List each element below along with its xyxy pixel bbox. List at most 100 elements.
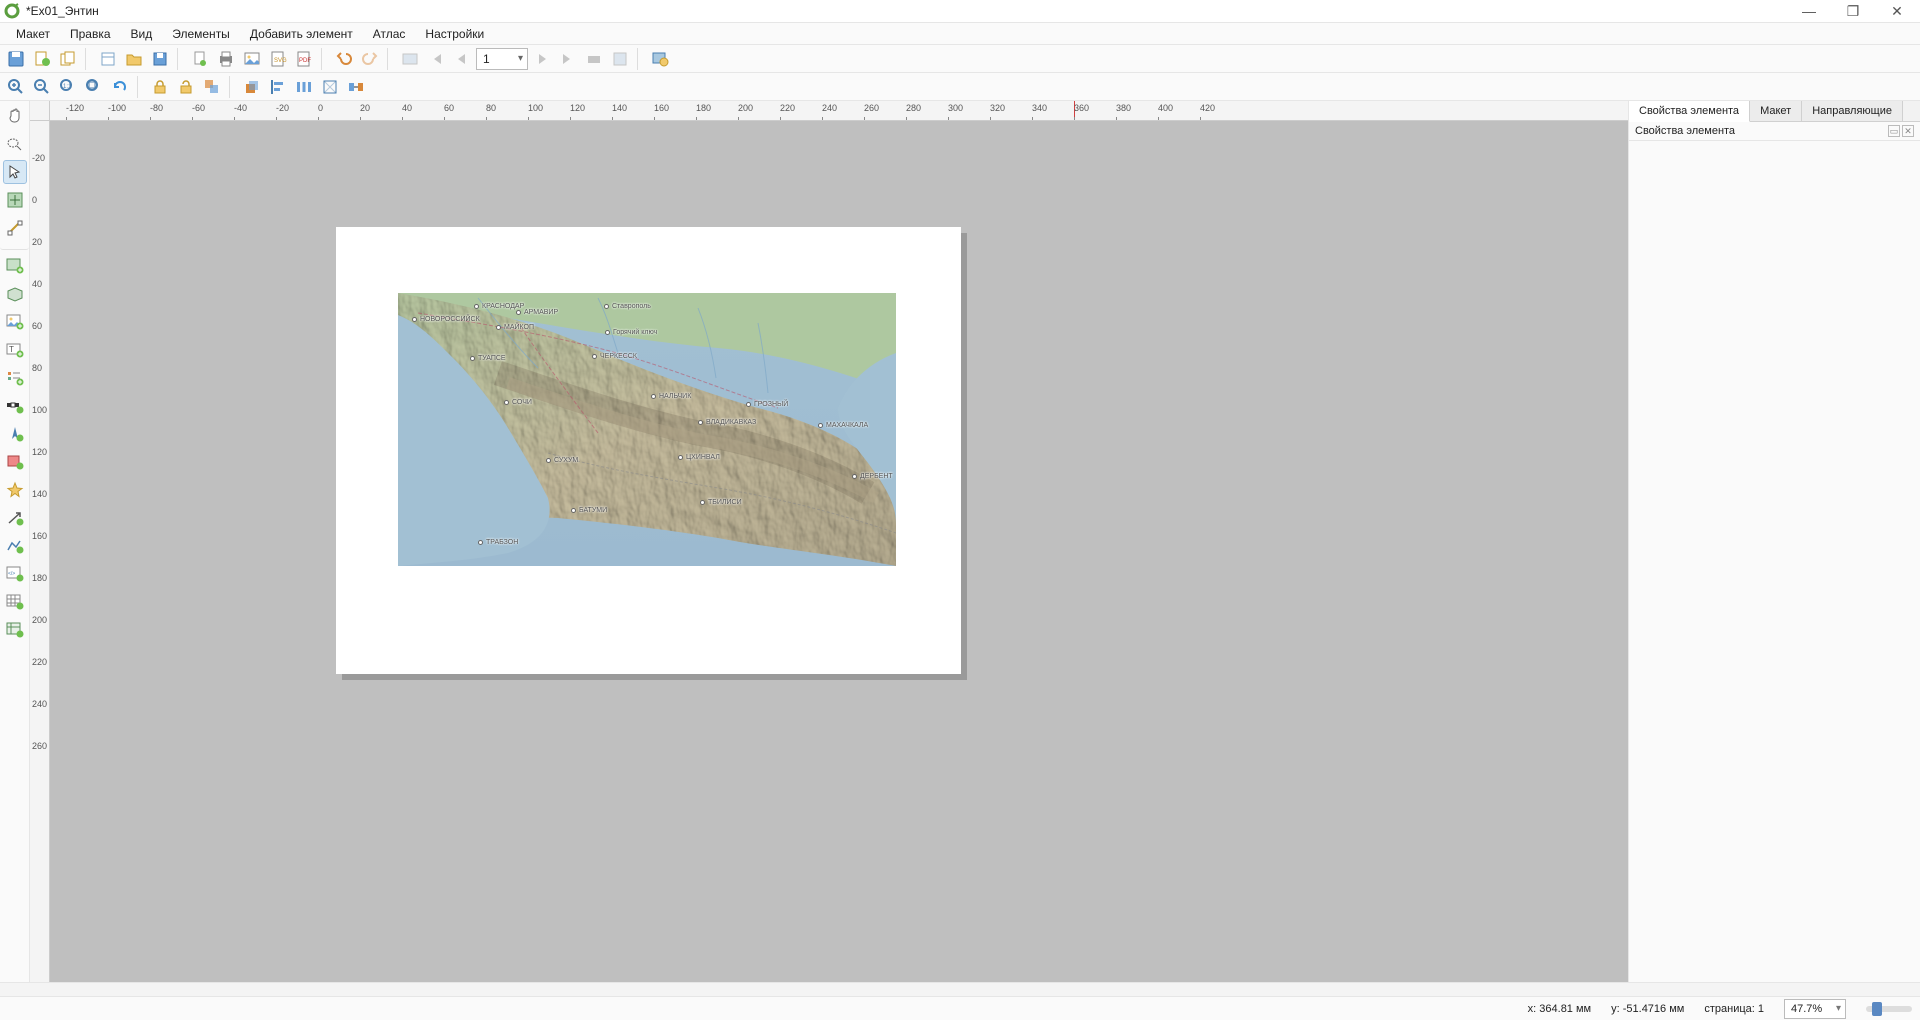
add-nodes-item-icon[interactable]: [3, 534, 27, 558]
open-folder-icon[interactable]: [122, 47, 146, 71]
add-picture-icon[interactable]: [3, 310, 27, 334]
minimize-button[interactable]: —: [1796, 3, 1822, 20]
raise-icon[interactable]: [240, 75, 264, 99]
city-label: ТРАБЗОН: [478, 539, 518, 546]
window-controls: — ❐ ✕: [1796, 3, 1916, 20]
city-label: ДЕРБЕНТ: [852, 473, 893, 480]
save-icon[interactable]: [4, 47, 28, 71]
tab-item-properties[interactable]: Свойства элемента: [1629, 101, 1750, 122]
open-template-icon[interactable]: [96, 47, 120, 71]
export-svg-icon[interactable]: SVG: [266, 47, 290, 71]
city-label: НОВОРОССИЙСК: [412, 316, 480, 323]
ruler-vertical[interactable]: -20020406080100120140160180200220240260: [30, 121, 50, 982]
right-panel-tabs: Свойства элемента Макет Направляющие: [1629, 101, 1920, 122]
unlock-icon[interactable]: [174, 75, 198, 99]
undo-icon[interactable]: [332, 47, 356, 71]
atlas-export-icon[interactable]: [608, 47, 632, 71]
panel-close-icon[interactable]: ✕: [1902, 125, 1914, 137]
zoom-fit-icon[interactable]: [82, 75, 106, 99]
select-tool-icon[interactable]: [3, 160, 27, 184]
close-button[interactable]: ✕: [1884, 3, 1910, 20]
add-fixed-table-icon[interactable]: [3, 618, 27, 642]
city-label: ГРОЗНЫЙ: [746, 401, 788, 408]
add-table-icon[interactable]: [3, 590, 27, 614]
add-shape-icon[interactable]: [3, 450, 27, 474]
atlas-prev-icon[interactable]: [450, 47, 474, 71]
add-arrow-icon[interactable]: [3, 506, 27, 530]
add-label-icon[interactable]: T: [3, 338, 27, 362]
app-icon: [4, 3, 20, 19]
layout-canvas[interactable]: КРАСНОДАРНОВОРОССИЙСКАРМАВИРМАЙКОПЧЕРКЕС…: [50, 121, 1628, 982]
add-legend-icon[interactable]: [3, 366, 27, 390]
export-pdf-icon[interactable]: PDF: [292, 47, 316, 71]
tab-guides[interactable]: Направляющие: [1802, 101, 1903, 121]
layout-page[interactable]: КРАСНОДАРНОВОРОССИЙСКАРМАВИРМАЙКОПЧЕРКЕС…: [336, 227, 961, 674]
svg-text:PDF: PDF: [299, 58, 311, 64]
menu-view[interactable]: Вид: [121, 24, 163, 44]
panel-undock-icon[interactable]: ▭: [1888, 125, 1900, 137]
city-label: НАЛЬЧИК: [651, 393, 691, 400]
city-label: Ставрополь: [604, 303, 651, 310]
export-image-icon[interactable]: [240, 47, 264, 71]
menu-items[interactable]: Элементы: [162, 24, 240, 44]
distribute-icon[interactable]: [292, 75, 316, 99]
menu-settings[interactable]: Настройки: [415, 24, 494, 44]
menubar: Макет Правка Вид Элементы Добавить элеме…: [0, 23, 1920, 45]
resize-icon[interactable]: [318, 75, 342, 99]
right-panel-header: Свойства элемента ▭ ✕: [1629, 122, 1920, 141]
align-left-icon[interactable]: [266, 75, 290, 99]
canvas-area: -120-100-80-60-40-2002040608010012014016…: [30, 101, 1628, 982]
new-layout-icon[interactable]: [30, 47, 54, 71]
statusbar: x: 364.81 мм y: -51.4716 мм страница: 1 …: [0, 996, 1920, 1020]
add-html-icon[interactable]: </>: [3, 562, 27, 586]
duplicate-layout-icon[interactable]: [56, 47, 80, 71]
group-icon[interactable]: [200, 75, 224, 99]
add-marker-icon[interactable]: [3, 478, 27, 502]
zoom-actual-icon[interactable]: 1:1: [56, 75, 80, 99]
zoom-slider[interactable]: [1866, 1006, 1912, 1012]
lock-icon[interactable]: [148, 75, 172, 99]
menu-layout[interactable]: Макет: [6, 24, 60, 44]
add-scalebar-icon[interactable]: [3, 394, 27, 418]
atlas-preview-icon[interactable]: [398, 47, 422, 71]
city-label: МАХАЧКАЛА: [818, 422, 868, 429]
city-label: СУХУМ: [546, 457, 578, 464]
city-label: ВЛАДИКАВКАЗ: [698, 419, 756, 426]
ruler-horizontal[interactable]: -120-100-80-60-40-2002040608010012014016…: [50, 101, 1628, 121]
zoom-tool-icon[interactable]: [3, 132, 27, 156]
right-panel-title: Свойства элемента: [1635, 125, 1735, 137]
refresh-icon[interactable]: [108, 75, 132, 99]
status-x: x: 364.81 мм: [1528, 1003, 1591, 1015]
zoom-in-icon[interactable]: [4, 75, 28, 99]
add-3dmap-icon[interactable]: [3, 282, 27, 306]
add-north-arrow-icon[interactable]: [3, 422, 27, 446]
menu-add-item[interactable]: Добавить элемент: [240, 24, 363, 44]
city-label: Горячий ключ: [605, 329, 657, 336]
city-label: СОЧИ: [504, 399, 532, 406]
move-content-tool-icon[interactable]: [3, 188, 27, 212]
atlas-print-icon[interactable]: [582, 47, 606, 71]
map-item[interactable]: КРАСНОДАРНОВОРОССИЙСКАРМАВИРМАЙКОПЧЕРКЕС…: [398, 293, 896, 566]
atlas-first-icon[interactable]: [424, 47, 448, 71]
page-number-combo[interactable]: 1: [476, 48, 528, 70]
menu-atlas[interactable]: Атлас: [363, 24, 416, 44]
right-panel: Свойства элемента Макет Направляющие Сво…: [1628, 101, 1920, 982]
zoom-out-icon[interactable]: [30, 75, 54, 99]
atlas-settings-icon[interactable]: [648, 47, 672, 71]
redo-icon[interactable]: [358, 47, 382, 71]
move-content-icon[interactable]: [344, 75, 368, 99]
print-icon[interactable]: [214, 47, 238, 71]
city-label: БАТУМИ: [571, 507, 607, 514]
atlas-last-icon[interactable]: [556, 47, 580, 71]
edit-nodes-tool-icon[interactable]: [3, 216, 27, 240]
pan-tool-icon[interactable]: [3, 104, 27, 128]
save-template-icon[interactable]: [148, 47, 172, 71]
zoom-combo[interactable]: 47.7%: [1784, 999, 1846, 1019]
add-map-icon[interactable]: [3, 254, 27, 278]
maximize-button[interactable]: ❐: [1840, 3, 1866, 20]
menu-edit[interactable]: Правка: [60, 24, 121, 44]
horizontal-scrollbar[interactable]: [0, 982, 1920, 996]
tab-layout[interactable]: Макет: [1750, 101, 1802, 121]
atlas-next-icon[interactable]: [530, 47, 554, 71]
page-setup-icon[interactable]: [188, 47, 212, 71]
